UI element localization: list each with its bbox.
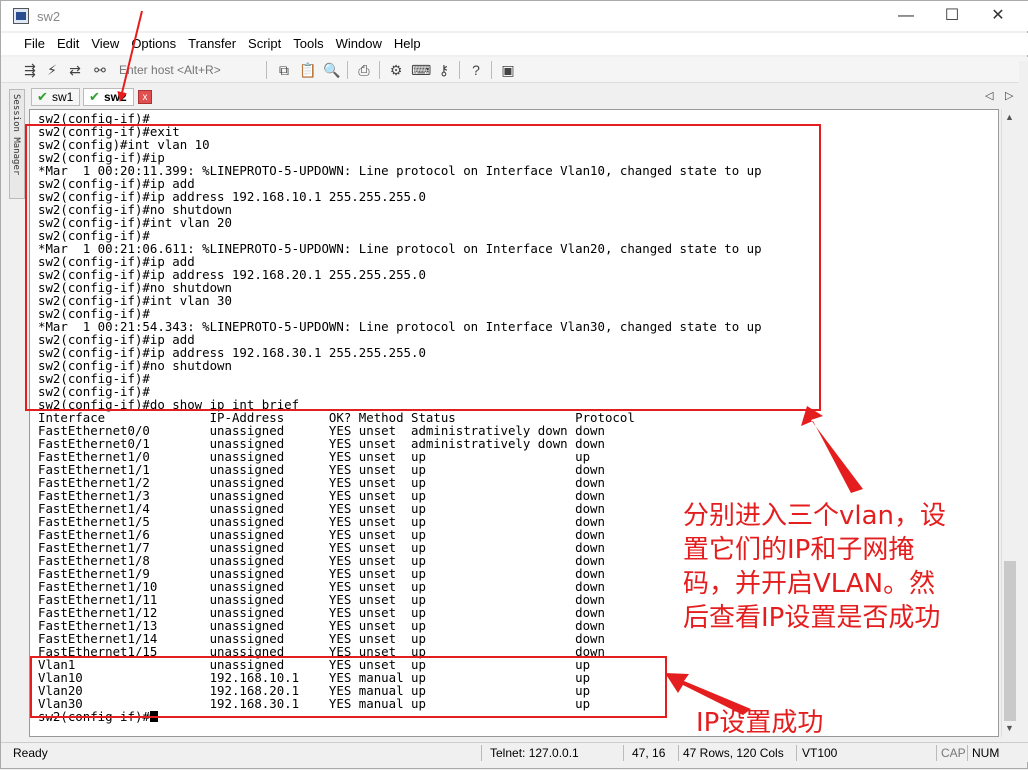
status-divider	[678, 745, 679, 761]
close-button[interactable]: ✕	[975, 1, 1021, 31]
toolbar-separator	[459, 61, 460, 79]
horizontal-scrollbar[interactable]	[29, 737, 1001, 741]
connected-check-icon: ✔	[89, 89, 100, 104]
tab-label: sw1	[52, 90, 74, 104]
tab-label: sw2	[104, 90, 127, 104]
help-icon[interactable]: ?	[467, 61, 485, 79]
find-icon[interactable]: 🔍	[323, 61, 341, 79]
menu-edit[interactable]: Edit	[51, 33, 85, 54]
menu-options[interactable]: Options	[125, 33, 182, 54]
menu-file[interactable]: File	[18, 33, 51, 54]
tab-next-icon[interactable]: ▷	[1005, 89, 1013, 102]
status-connection: Telnet: 127.0.0.1	[490, 746, 579, 760]
toolbar-separator	[379, 61, 380, 79]
connect-icon[interactable]: ⇶	[21, 61, 39, 79]
menu-view[interactable]: View	[85, 33, 125, 54]
status-ready: Ready	[13, 746, 48, 760]
annotation-main-note: 分别进入三个vlan，设 置它们的IP和子网掩 码，并开启VLAN。然 后查看I…	[683, 501, 947, 633]
status-divider	[796, 745, 797, 761]
connected-check-icon: ✔	[37, 89, 48, 104]
status-num: NUM	[972, 746, 1000, 760]
menu-transfer[interactable]: Transfer	[182, 33, 242, 54]
menu-window[interactable]: Window	[330, 33, 388, 54]
disconnect-icon[interactable]: ⚯	[91, 61, 109, 79]
reconnect-icon[interactable]: ⇄	[66, 61, 84, 79]
status-divider	[481, 745, 482, 761]
gear-icon[interactable]: ⚙	[387, 61, 405, 79]
window-title: sw2	[37, 9, 61, 24]
status-terminal-type: VT100	[802, 746, 838, 760]
status-cursor-pos: 47, 16	[632, 746, 666, 760]
session-manager-tab[interactable]: Session Manager	[9, 89, 25, 199]
maximize-button[interactable]: ☐	[929, 1, 975, 31]
scroll-up-icon[interactable]: ▲	[1005, 112, 1014, 122]
close-tab-icon[interactable]: x	[138, 90, 152, 104]
securecrt-window: sw2 — ☐ ✕ File Edit View Options Transfer Scr…	[0, 0, 1028, 769]
status-cap: CAP	[941, 746, 966, 760]
minimize-button[interactable]: —	[883, 1, 929, 31]
toolbar-separator	[266, 61, 267, 79]
print-icon[interactable]: ⎙	[355, 61, 373, 79]
vlan-result-highlight-box	[30, 656, 667, 718]
scroll-down-icon[interactable]: ▼	[1005, 723, 1014, 733]
session-manager-label: Session Manager	[11, 94, 21, 176]
tab-sw1[interactable]: ✔ sw1	[31, 88, 81, 106]
menu-tools[interactable]: Tools	[287, 33, 329, 54]
toolbar-separator	[491, 61, 492, 79]
tab-prev-icon[interactable]: ◁	[985, 89, 993, 102]
menu-bar: File Edit View Options Transfer Script Tools Wi…	[1, 33, 1028, 55]
status-divider	[623, 745, 624, 761]
menu-script[interactable]: Script	[242, 33, 287, 54]
app-icon	[13, 8, 29, 24]
copy-icon[interactable]: ⧉	[275, 61, 293, 79]
status-bar: Ready Telnet: 127.0.0.1 47, 16 47 Rows, …	[1, 742, 1028, 762]
quick-connect-icon[interactable]: ⚡	[43, 61, 61, 79]
session-tabs: ✔ sw1 ✔ sw2	[29, 87, 1019, 107]
options-icon[interactable]: ▣	[499, 61, 517, 79]
host-input[interactable]	[119, 61, 257, 79]
menu-help[interactable]: Help	[388, 33, 427, 54]
status-divider	[967, 745, 968, 761]
toolbar: ⇶ ⚡ ⇄ ⚯ ⧉ 📋 🔍 ⎙ ⚙ ⌨ ⚷ ? ▣	[1, 57, 1028, 83]
title-bar: sw2 — ☐ ✕	[1, 1, 1028, 31]
scrollbar-thumb[interactable]	[1004, 561, 1016, 721]
paste-icon[interactable]: 📋	[299, 61, 317, 79]
annotation-success-note: IP设置成功	[696, 708, 824, 738]
key-icon[interactable]: ⚷	[435, 61, 453, 79]
toolbar-separator	[347, 61, 348, 79]
commands-highlight-box	[25, 124, 821, 411]
tab-sw2[interactable]: ✔ sw2	[83, 88, 134, 106]
status-divider	[936, 745, 937, 761]
vertical-scrollbar[interactable]: ▲ ▼	[1001, 109, 1017, 737]
keymap-icon[interactable]: ⌨	[411, 61, 431, 79]
status-dimensions: 47 Rows, 120 Cols	[683, 746, 784, 760]
right-edge	[1019, 61, 1028, 761]
